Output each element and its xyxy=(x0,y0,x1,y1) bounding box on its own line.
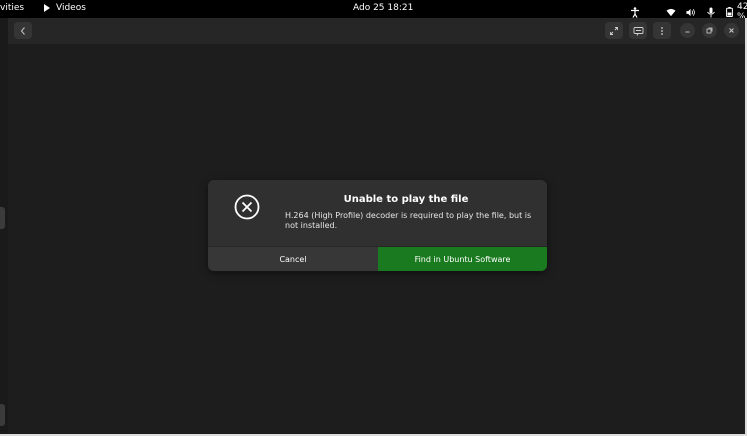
left-edge xyxy=(0,18,8,436)
fullscreen-button[interactable] xyxy=(605,22,623,39)
dialog-button-row: Cancel Find in Ubuntu Software xyxy=(208,246,547,271)
app-menu[interactable]: Videos xyxy=(44,3,86,13)
error-dialog: Unable to play the file H.264 (High Prof… xyxy=(208,180,547,271)
subtitles-button[interactable] xyxy=(629,22,647,39)
clock[interactable]: Ado 25 18:21 xyxy=(353,3,413,13)
close-button[interactable] xyxy=(724,23,739,38)
back-icon xyxy=(20,26,25,35)
top-panel: vities Videos Ado 25 18:21 42 % xyxy=(0,0,747,22)
edge-handle-top[interactable] xyxy=(0,207,5,229)
dialog-message: H.264 (High Profile) decoder is required… xyxy=(285,211,532,230)
fullscreen-icon xyxy=(610,26,618,35)
menu-icon xyxy=(661,26,663,35)
back-button[interactable] xyxy=(14,22,32,39)
accessibility-icon[interactable] xyxy=(630,6,640,18)
volume-icon[interactable] xyxy=(686,6,696,18)
error-x-circle-icon xyxy=(234,194,260,220)
battery-icon[interactable] xyxy=(726,6,733,18)
restore-button[interactable] xyxy=(702,23,717,38)
header-bar xyxy=(8,18,747,44)
minimize-button[interactable] xyxy=(680,23,695,38)
subtitles-icon xyxy=(633,26,643,36)
find-in-ubuntu-software-button[interactable]: Find in Ubuntu Software xyxy=(378,247,547,271)
wifi-icon[interactable] xyxy=(666,6,676,18)
restore-icon xyxy=(706,27,713,34)
app-name: Videos xyxy=(56,3,86,13)
microphone-icon[interactable] xyxy=(706,6,716,18)
dialog-title: Unable to play the file xyxy=(343,194,469,205)
close-icon xyxy=(729,28,734,33)
play-icon xyxy=(44,4,50,12)
minimize-icon xyxy=(685,31,690,33)
screen: vities Videos Ado 25 18:21 42 % Unable t… xyxy=(0,0,747,436)
cancel-button[interactable]: Cancel xyxy=(208,247,378,271)
edge-handle-bottom[interactable] xyxy=(0,404,5,426)
activities-button[interactable]: vities xyxy=(0,3,24,13)
menu-button[interactable] xyxy=(653,22,671,39)
